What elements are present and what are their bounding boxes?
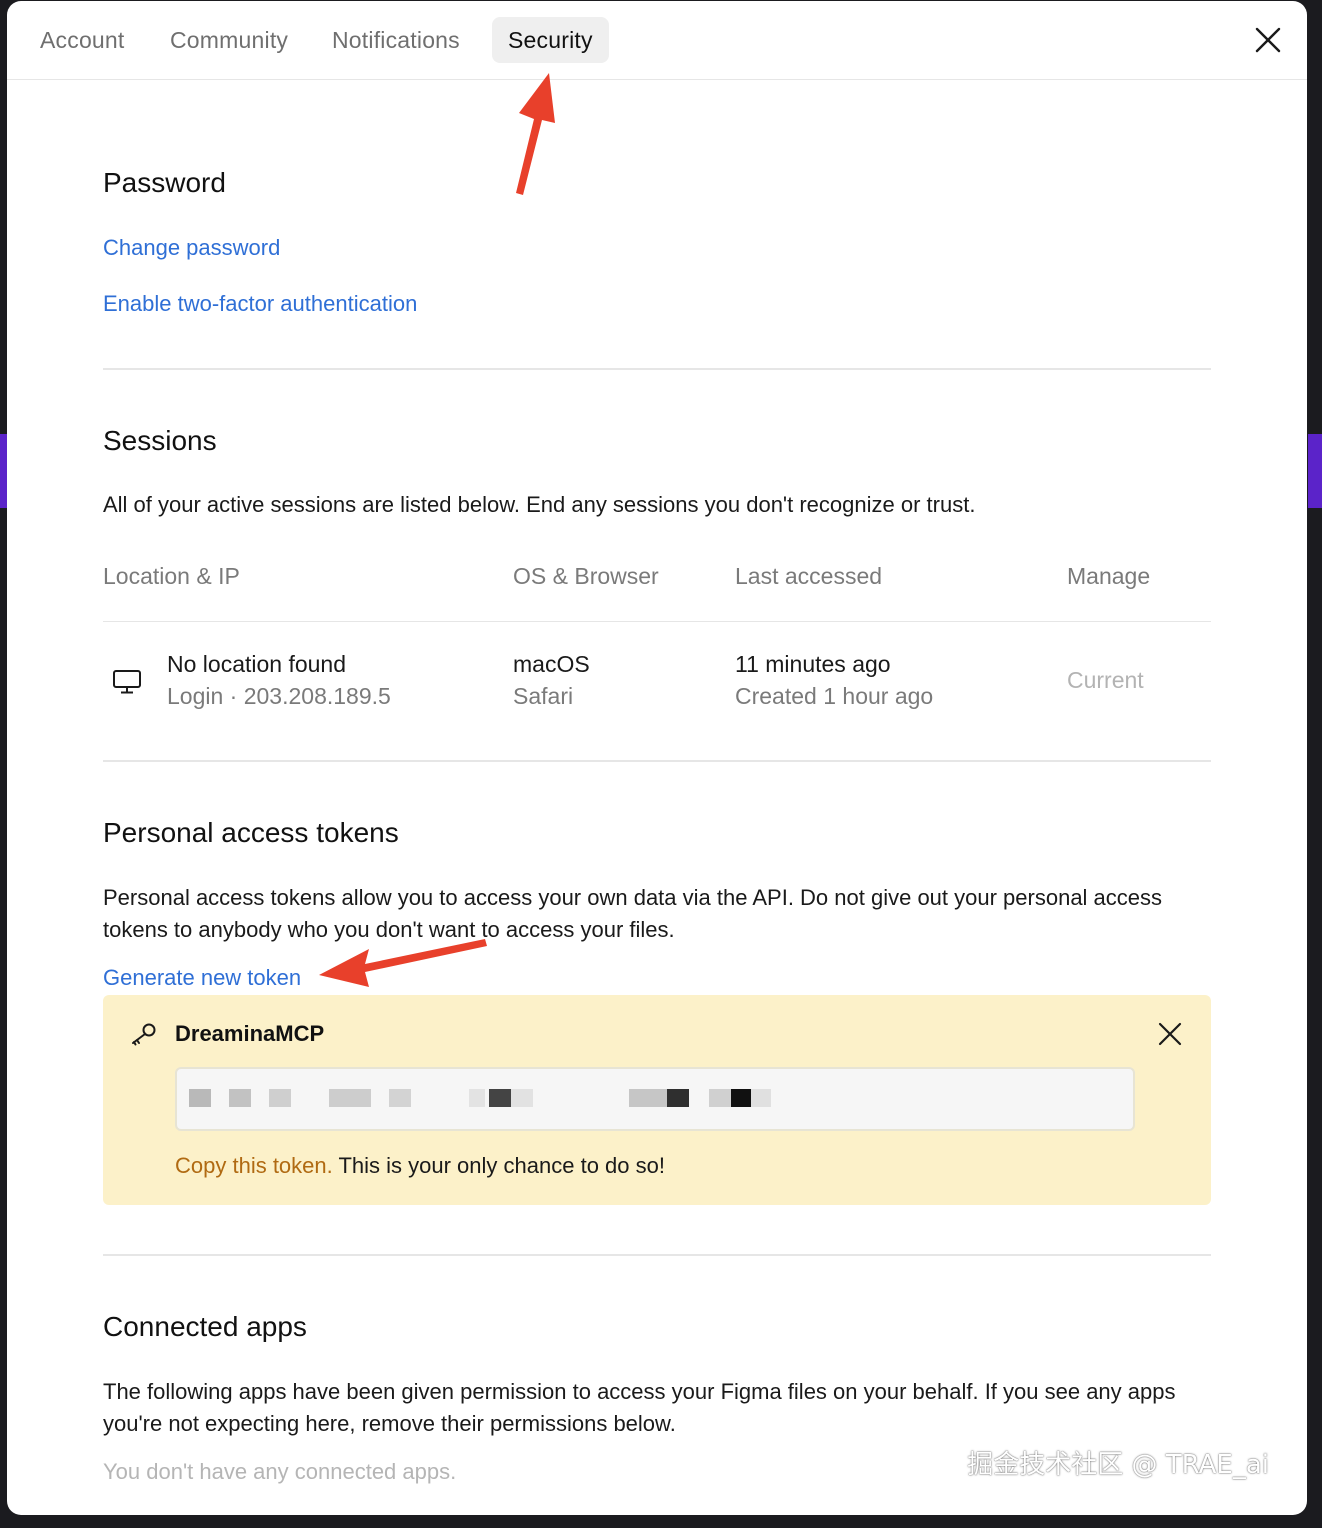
generate-token-link[interactable]: Generate new token xyxy=(103,965,301,991)
session-last-accessed: 11 minutes ago xyxy=(735,651,891,677)
tab-security[interactable]: Security xyxy=(492,17,609,63)
copy-token-link[interactable]: Copy this token. xyxy=(175,1153,333,1178)
column-header-last-accessed: Last accessed xyxy=(735,563,883,589)
column-header-location: Location & IP xyxy=(103,563,240,589)
arrow-annotation-security xyxy=(516,73,555,195)
token-name: DreaminaMCP xyxy=(175,1021,325,1046)
connected-apps-description: The following apps have been given permi… xyxy=(103,1379,1176,1436)
monitor-icon xyxy=(113,670,141,694)
arrow-annotation-generate-token xyxy=(319,939,487,987)
session-browser: Safari xyxy=(513,683,574,709)
token-value-field[interactable] xyxy=(175,1067,1135,1131)
password-title: Password xyxy=(103,167,226,198)
table-header-divider xyxy=(103,621,1211,622)
settings-modal: Account Community Notifications Security… xyxy=(7,1,1307,1515)
new-token-card: DreaminaMCP Copy this token. This is you… xyxy=(103,995,1211,1205)
annotation-arrows xyxy=(319,73,555,987)
column-header-os: OS & Browser xyxy=(513,563,659,589)
tab-account[interactable]: Account xyxy=(24,17,141,63)
session-ip: Login · 203.208.189.5 xyxy=(167,683,391,709)
token-warning-text: This is your only chance to do so! xyxy=(338,1153,665,1178)
session-current-label: Current xyxy=(1067,667,1144,693)
background-accent-right xyxy=(1308,434,1322,508)
tokens-description: Personal access tokens allow you to acce… xyxy=(103,885,1163,942)
session-created: Created 1 hour ago xyxy=(735,683,934,709)
section-divider xyxy=(103,1254,1211,1256)
section-divider xyxy=(103,368,1211,370)
section-divider xyxy=(103,760,1211,762)
sessions-description: All of your active sessions are listed b… xyxy=(103,492,976,517)
tab-notifications[interactable]: Notifications xyxy=(316,17,476,63)
session-os: macOS xyxy=(513,651,590,677)
watermark: 掘金技术社区 @ TRAE_ai xyxy=(967,1450,1269,1480)
column-header-manage: Manage xyxy=(1067,563,1151,589)
sessions-title: Sessions xyxy=(103,425,217,456)
change-password-link[interactable]: Change password xyxy=(103,235,280,261)
tab-community[interactable]: Community xyxy=(154,17,304,63)
tokens-title: Personal access tokens xyxy=(103,817,399,848)
key-icon xyxy=(132,1023,156,1046)
close-icon[interactable] xyxy=(1155,1019,1185,1049)
close-icon[interactable] xyxy=(1251,23,1285,57)
connected-apps-title: Connected apps xyxy=(103,1311,307,1342)
enable-2fa-link[interactable]: Enable two-factor authentication xyxy=(103,291,417,317)
token-warning: Copy this token. This is your only chanc… xyxy=(175,1153,665,1179)
session-location: No location found xyxy=(167,651,347,677)
connected-apps-empty: You don't have any connected apps. xyxy=(103,1459,457,1484)
tab-bar: Account Community Notifications Security xyxy=(7,1,1307,80)
